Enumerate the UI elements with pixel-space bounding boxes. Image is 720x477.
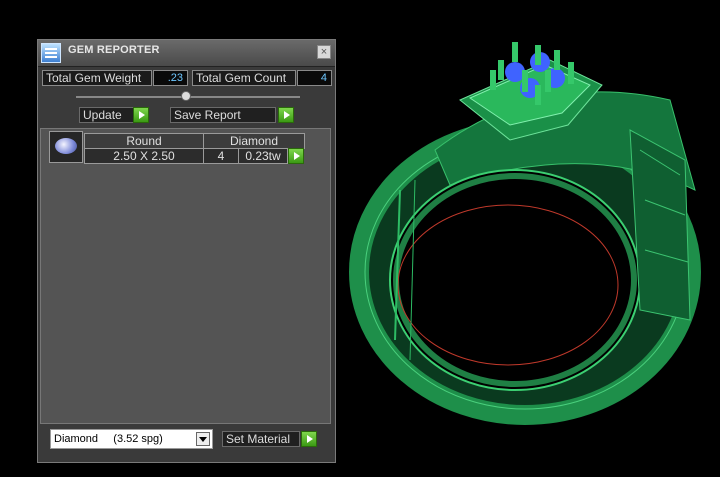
- total-gem-count-value: 4: [297, 70, 332, 86]
- gem-size-cell[interactable]: 2.50 X 2.50: [84, 148, 204, 164]
- chevron-down-icon[interactable]: [196, 432, 210, 446]
- slider-handle[interactable]: [181, 91, 191, 101]
- material-select[interactable]: Diamond (3.52 spg): [50, 429, 213, 449]
- gem-reporter-panel: GEM REPORTER × Total Gem Weight .23 Tota…: [37, 39, 336, 463]
- total-gem-weight-label: Total Gem Weight: [42, 70, 152, 86]
- save-report-button[interactable]: Save Report: [170, 107, 276, 123]
- close-icon[interactable]: ×: [317, 45, 331, 59]
- round-gem-icon: [49, 131, 83, 163]
- gem-reporter-app-icon: [41, 43, 61, 63]
- title-bar[interactable]: GEM REPORTER ×: [38, 40, 335, 67]
- update-button[interactable]: Update: [79, 107, 134, 123]
- panel-title: GEM REPORTER: [68, 44, 160, 56]
- set-material-button[interactable]: Set Material: [222, 431, 300, 447]
- material-select-value: Diamond (3.52 spg): [54, 433, 163, 445]
- 3d-viewport[interactable]: [340, 0, 720, 477]
- material-header: Diamond: [203, 133, 305, 149]
- save-report-arrow-icon[interactable]: [278, 107, 294, 123]
- shape-header: Round: [84, 133, 204, 149]
- gem-list[interactable]: Round Diamond 2.50 X 2.50 4 0.23tw: [40, 128, 331, 424]
- row-arrow-icon[interactable]: [288, 148, 304, 164]
- set-material-arrow-icon[interactable]: [301, 431, 317, 447]
- ring-model: [349, 42, 701, 425]
- gem-weight-cell[interactable]: 0.23tw: [238, 148, 288, 164]
- gem-count-cell[interactable]: 4: [203, 148, 239, 164]
- update-arrow-icon[interactable]: [133, 107, 149, 123]
- total-gem-count-label: Total Gem Count: [192, 70, 296, 86]
- total-gem-weight-value: .23: [153, 70, 188, 86]
